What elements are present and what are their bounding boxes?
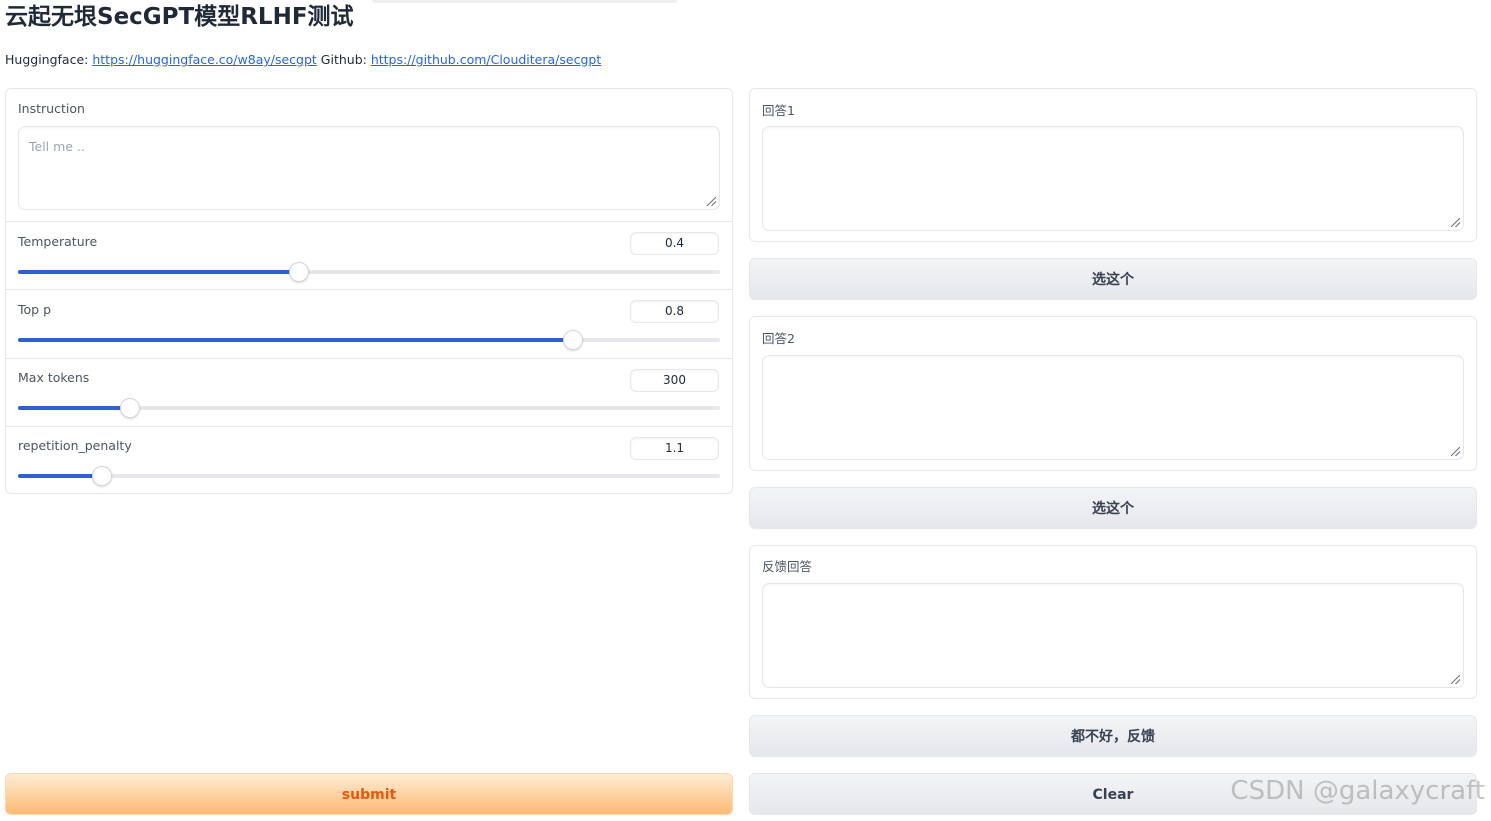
links-line: Huggingface: https://huggingface.co/w8ay… bbox=[5, 52, 601, 67]
resize-handle-icon[interactable] bbox=[707, 197, 716, 206]
huggingface-link[interactable]: https://huggingface.co/w8ay/secgpt bbox=[92, 52, 316, 67]
temperature-slider-thumb[interactable] bbox=[288, 262, 309, 282]
max-tokens-slider[interactable] bbox=[18, 398, 720, 418]
choose-answer1-button[interactable]: 选这个 bbox=[749, 258, 1477, 300]
temperature-row: Temperature 0.4 bbox=[6, 221, 732, 289]
resize-handle-icon[interactable] bbox=[1451, 447, 1460, 456]
github-prefix: Github: bbox=[316, 52, 371, 67]
temperature-slider-fill bbox=[18, 270, 299, 274]
feedback-textarea[interactable] bbox=[762, 583, 1464, 688]
temperature-number-input[interactable]: 0.4 bbox=[630, 232, 719, 255]
answer2-panel: 回答2 bbox=[749, 316, 1477, 471]
resize-handle-icon[interactable] bbox=[1451, 218, 1460, 227]
resize-handle-icon[interactable] bbox=[1451, 675, 1460, 684]
answer1-label: 回答1 bbox=[762, 103, 795, 118]
feedback-label: 反馈回答 bbox=[762, 559, 813, 574]
instruction-label: Instruction bbox=[18, 101, 85, 116]
answer1-textarea[interactable] bbox=[762, 126, 1464, 231]
top-p-row: Top p 0.8 bbox=[6, 289, 732, 358]
repetition-penalty-slider-thumb[interactable] bbox=[92, 466, 113, 486]
instruction-input[interactable]: Tell me .. bbox=[18, 126, 720, 210]
top-tab-strip bbox=[372, 0, 677, 3]
instruction-placeholder: Tell me .. bbox=[29, 139, 85, 154]
github-link[interactable]: https://github.com/Clouditera/secgpt bbox=[371, 52, 601, 67]
settings-panel: Instruction Tell me .. Temperature 0.4 T… bbox=[5, 88, 733, 494]
answer1-panel: 回答1 bbox=[749, 88, 1477, 242]
huggingface-prefix: Huggingface: bbox=[5, 52, 93, 67]
page-title: 云起无垠SecGPT模型RLHF测试 bbox=[5, 4, 354, 30]
answer2-label: 回答2 bbox=[762, 331, 795, 346]
max-tokens-row: Max tokens 300 bbox=[6, 358, 732, 426]
choose-answer2-button[interactable]: 选这个 bbox=[749, 487, 1477, 529]
max-tokens-label: Max tokens bbox=[18, 370, 90, 385]
repetition-penalty-number-input[interactable]: 1.1 bbox=[630, 437, 719, 460]
repetition-penalty-label: repetition_penalty bbox=[18, 438, 132, 453]
max-tokens-slider-fill bbox=[18, 406, 131, 410]
max-tokens-number-input[interactable]: 300 bbox=[630, 369, 719, 392]
temperature-label: Temperature bbox=[18, 234, 98, 249]
top-p-label: Top p bbox=[18, 302, 52, 317]
top-p-slider-thumb[interactable] bbox=[562, 330, 583, 350]
feedback-panel: 反馈回答 bbox=[749, 545, 1477, 699]
watermark-text: CSDN @galaxycraft bbox=[1230, 776, 1485, 806]
submit-button[interactable]: submit bbox=[5, 773, 733, 815]
top-p-slider[interactable] bbox=[18, 330, 720, 350]
top-p-slider-fill bbox=[18, 338, 573, 342]
repetition-penalty-slider[interactable] bbox=[18, 466, 720, 486]
repetition-penalty-row: repetition_penalty 1.1 bbox=[6, 426, 732, 494]
none-good-feedback-button[interactable]: 都不好，反馈 bbox=[749, 715, 1477, 757]
temperature-slider[interactable] bbox=[18, 262, 720, 282]
top-p-number-input[interactable]: 0.8 bbox=[630, 300, 719, 323]
answer2-textarea[interactable] bbox=[762, 355, 1464, 460]
repetition-penalty-slider-fill bbox=[18, 474, 103, 478]
max-tokens-slider-thumb[interactable] bbox=[120, 398, 141, 418]
